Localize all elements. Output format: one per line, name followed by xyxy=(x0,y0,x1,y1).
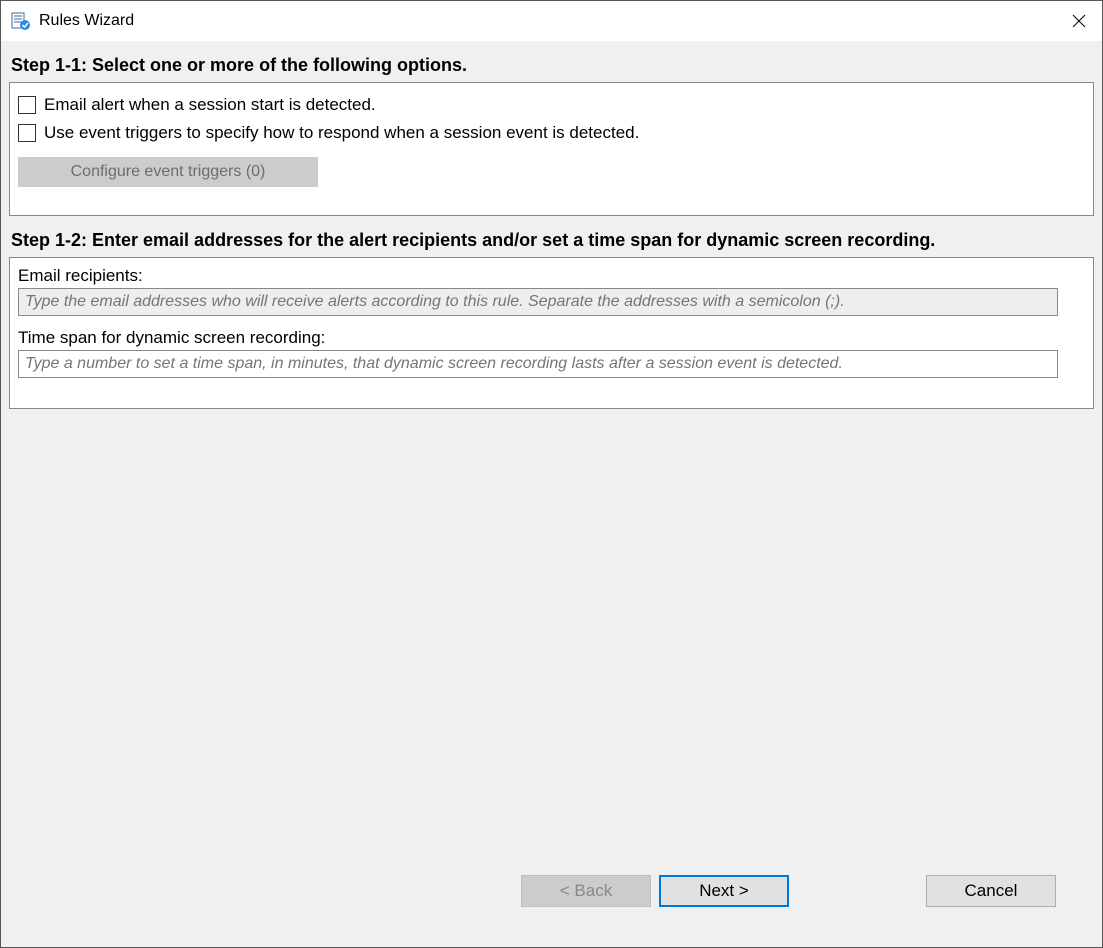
option-email-alert-row: Email alert when a session start is dete… xyxy=(18,91,1085,119)
titlebar: Rules Wizard xyxy=(1,1,1102,41)
checkbox-event-triggers[interactable] xyxy=(18,124,36,142)
back-button: < Back xyxy=(521,875,651,907)
email-recipients-label: Email recipients: xyxy=(18,264,1085,288)
client-area: Step 1-1: Select one or more of the foll… xyxy=(1,41,1102,947)
rules-wizard-window: Rules Wizard Step 1-1: Select one or mor… xyxy=(0,0,1103,948)
window-title: Rules Wizard xyxy=(39,12,134,30)
checkbox-email-alert[interactable] xyxy=(18,96,36,114)
wizard-icon xyxy=(11,11,31,31)
wizard-button-bar: < Back Next > Cancel xyxy=(1,873,1102,909)
step-1-1-heading: Step 1-1: Select one or more of the foll… xyxy=(1,41,1102,82)
timespan-input[interactable] xyxy=(18,350,1058,378)
close-icon xyxy=(1072,14,1086,28)
step-1-2-heading: Step 1-2: Enter email addresses for the … xyxy=(1,216,1102,257)
next-button[interactable]: Next > xyxy=(659,875,789,907)
step-1-1-panel: Email alert when a session start is dete… xyxy=(9,82,1094,216)
option-event-triggers-row: Use event triggers to specify how to res… xyxy=(18,119,1085,147)
option-email-alert-label: Email alert when a session start is dete… xyxy=(44,95,376,115)
close-button[interactable] xyxy=(1056,1,1102,41)
email-recipients-input xyxy=(18,288,1058,316)
step-1-2-panel: Email recipients: Time span for dynamic … xyxy=(9,257,1094,409)
configure-event-triggers-button: Configure event triggers (0) xyxy=(18,157,318,187)
option-event-triggers-label: Use event triggers to specify how to res… xyxy=(44,123,639,143)
cancel-button[interactable]: Cancel xyxy=(926,875,1056,907)
timespan-label: Time span for dynamic screen recording: xyxy=(18,326,1085,350)
